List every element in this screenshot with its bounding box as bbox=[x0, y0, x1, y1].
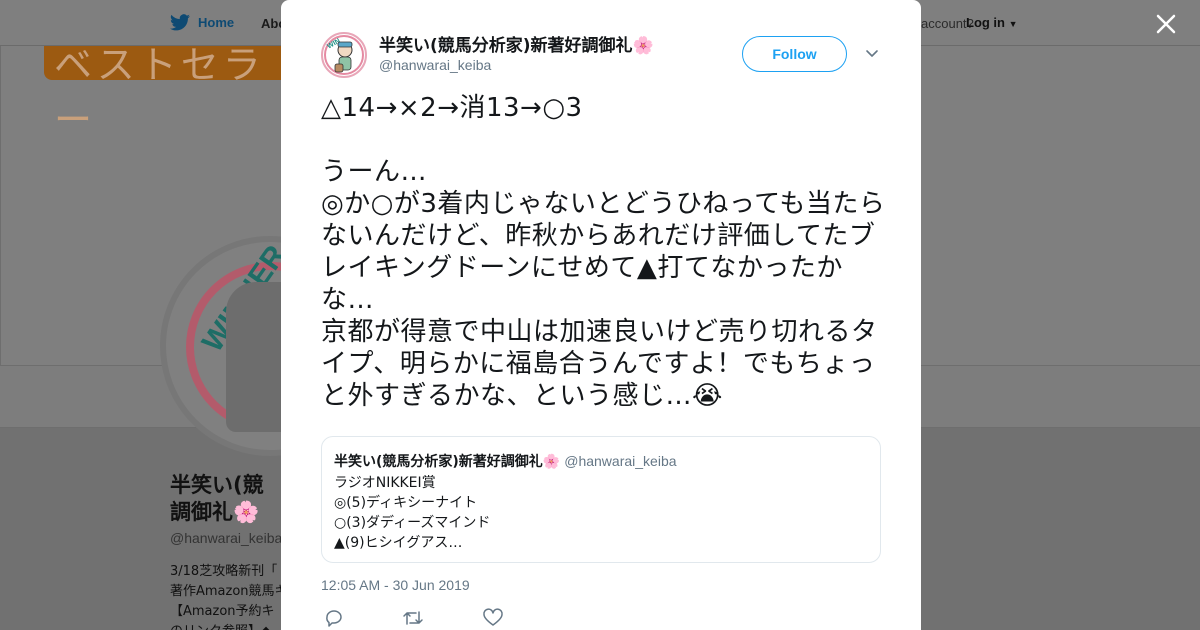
quoted-tweet-header: 半笑い(競馬分析家)新著好調御礼🌸 @hanwarai_keiba bbox=[334, 451, 677, 471]
profile-name-line1: 半笑い(競 bbox=[170, 473, 264, 497]
chevron-down-icon: ▼ bbox=[1008, 19, 1018, 29]
home-label: Home bbox=[198, 15, 235, 30]
reply-icon[interactable] bbox=[323, 608, 345, 628]
follow-button[interactable]: Follow bbox=[742, 36, 847, 72]
tweet-modal: WIN 半笑い(競馬分析家)新著好調御礼🌸 @hanwarai_keiba Fo… bbox=[281, 0, 921, 630]
cherry-blossom-icon: 🌸 bbox=[632, 36, 654, 56]
banner-text: ベストセラー bbox=[54, 43, 265, 142]
quoted-text-line: ▲(9)ヒシイグアス… bbox=[334, 535, 463, 551]
author-avatar[interactable]: WIN bbox=[321, 32, 367, 78]
bio-line: 3/18芝攻略新刊「 bbox=[170, 564, 278, 579]
bio-line: 著作Amazon競馬キ bbox=[170, 584, 288, 599]
profile-handle: @hanwarai_keiba bbox=[170, 530, 283, 546]
tweet-text: △14→×2→消13→○3 うーん… ◎か○が3着内じゃないとどうひねっても当た… bbox=[321, 92, 887, 412]
quoted-text-line: ラジオNIKKEI賞 bbox=[334, 475, 436, 491]
twitter-bird-icon bbox=[170, 14, 190, 31]
author-handle[interactable]: @hanwarai_keiba bbox=[379, 57, 491, 73]
profile-name-line2: 調御礼🌸 bbox=[170, 500, 260, 524]
banner-orange-label: ベストセラー bbox=[44, 43, 304, 142]
login-label: Log in bbox=[966, 15, 1005, 30]
like-icon[interactable] bbox=[482, 608, 504, 628]
tweet-timestamp[interactable]: 12:05 AM - 30 Jun 2019 bbox=[321, 577, 470, 593]
close-icon[interactable] bbox=[1152, 10, 1180, 38]
quoted-text-line: ○(3)ダディーズマインド bbox=[334, 515, 491, 531]
cherry-blossom-icon: 🌸 bbox=[542, 454, 561, 470]
author-name[interactable]: 半笑い(競馬分析家)新著好調御礼🌸 bbox=[379, 31, 654, 56]
profile-name: 半笑い(競 調御礼🌸 bbox=[170, 472, 264, 526]
chevron-down-icon[interactable] bbox=[865, 46, 879, 60]
crying-face-icon: 😭 bbox=[692, 381, 723, 411]
quoted-text-line: ◎(5)ディキシーナイト bbox=[334, 495, 478, 511]
tweet-body: △14→×2→消13→○3 うーん… ◎か○が3着内じゃないとどうひねっても当た… bbox=[321, 93, 886, 411]
bio-line: のリンク参照】◆ bbox=[170, 622, 288, 630]
retweet-icon[interactable] bbox=[402, 608, 424, 628]
avatar-illustration: WIN bbox=[324, 35, 364, 75]
quoted-author-name: 半笑い(競馬分析家)新著好調御礼 bbox=[334, 454, 543, 470]
bio-line: 【Amazon予約キ bbox=[170, 604, 275, 619]
home-link[interactable]: Home bbox=[170, 14, 234, 31]
profile-bio: 3/18芝攻略新刊「 著作Amazon競馬キ 【Amazon予約キ のリンク参照… bbox=[170, 562, 288, 630]
cherry-blossom-icon: 🌸 bbox=[233, 500, 260, 524]
login-link[interactable]: Log in ▼ bbox=[966, 15, 1018, 30]
quoted-author-handle: @hanwarai_keiba bbox=[564, 453, 677, 469]
quoted-tweet[interactable]: 半笑い(競馬分析家)新著好調御礼🌸 @hanwarai_keiba ラジオNIKK… bbox=[321, 436, 881, 563]
